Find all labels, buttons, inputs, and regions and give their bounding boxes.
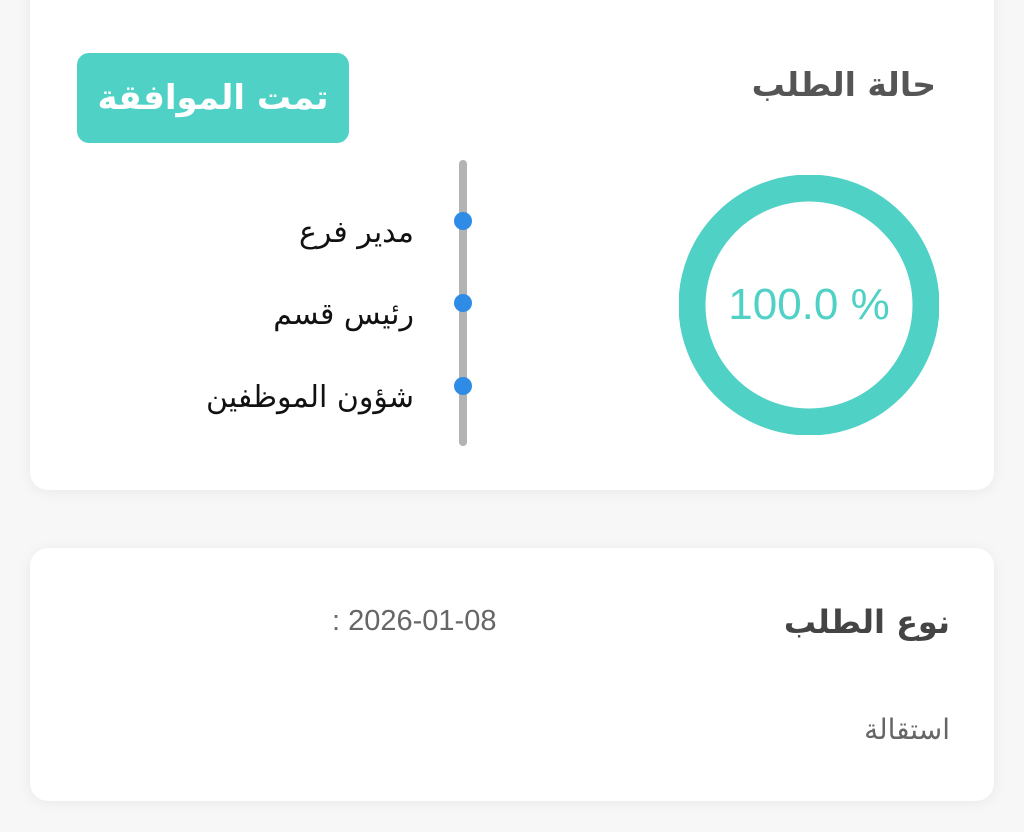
timeline-dot-hr: [454, 377, 472, 395]
timeline-label-hr: شؤون الموظفين: [206, 380, 414, 415]
request-details-card: نوع الطلب : 2026-01-08 استقالة: [30, 548, 994, 801]
timeline-dot-department-head: [454, 294, 472, 312]
request-type-title: نوع الطلب: [783, 603, 950, 641]
timeline-dot-branch-manager: [454, 212, 472, 230]
timeline-label-department-head: رئيس قسم: [273, 297, 414, 332]
request-date: : 2026-01-08: [332, 605, 497, 637]
approved-status-badge: تمت الموافقة: [77, 53, 349, 143]
status-title: حالة الطلب: [751, 65, 936, 104]
timeline-label-branch-manager: مدير فرع: [298, 215, 414, 250]
request-status-card: حالة الطلب تمت الموافقة 100.0 % مدير فرع…: [30, 0, 994, 490]
request-type-value: استقالة: [864, 713, 950, 746]
progress-percentage: 100.0 %: [728, 280, 890, 329]
